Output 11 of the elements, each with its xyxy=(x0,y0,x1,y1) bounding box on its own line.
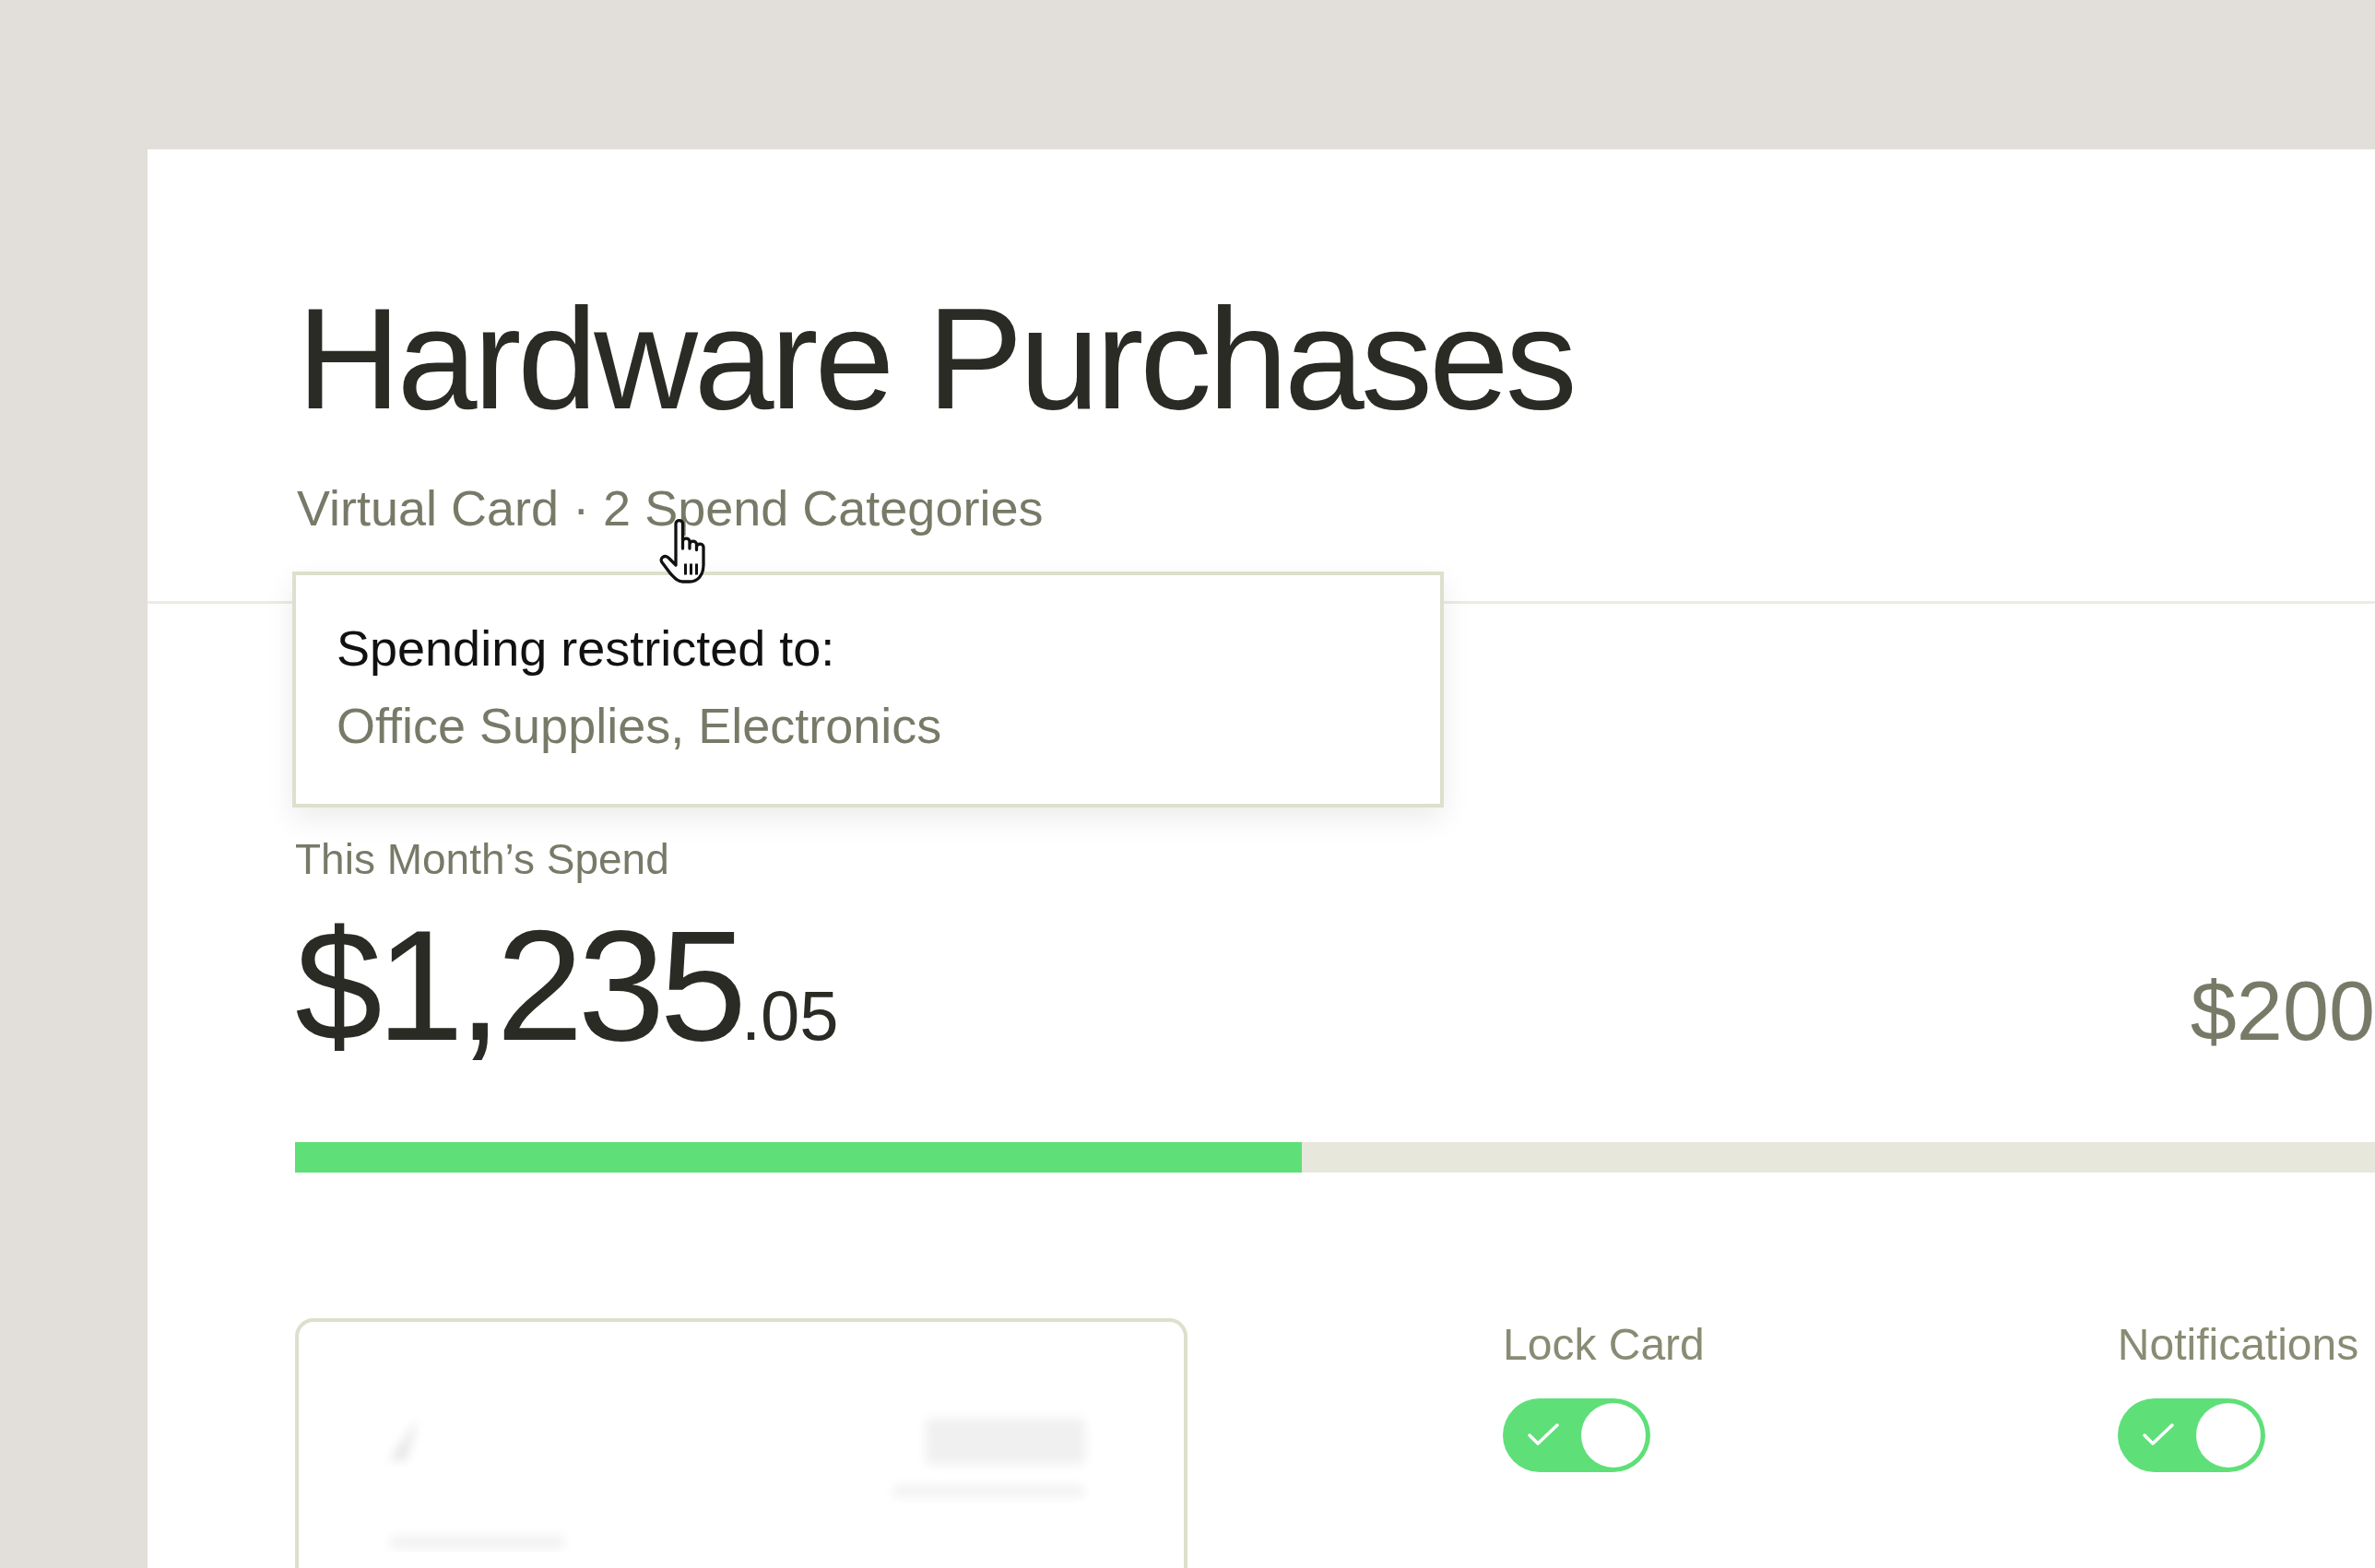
card-subtitle[interactable]: Virtual Card · 2 Spend Categories xyxy=(297,478,1044,539)
toggle-label: Notifications xyxy=(2117,1318,2359,1371)
tooltip-text: Office Supplies, Electronics xyxy=(337,697,943,756)
check-icon xyxy=(2141,1422,2175,1447)
spend-label: This Month’s Spend xyxy=(295,834,670,886)
spend-amount: $1,235.05 xyxy=(295,903,839,1068)
toggle-label: Lock Card xyxy=(1503,1318,1705,1371)
spend-limit: $200 xyxy=(2190,970,2375,1054)
check-icon xyxy=(1527,1422,1560,1447)
tooltip-heading: Spending restricted to: xyxy=(337,619,836,678)
page-title: Hardware Purchases xyxy=(297,277,1575,441)
